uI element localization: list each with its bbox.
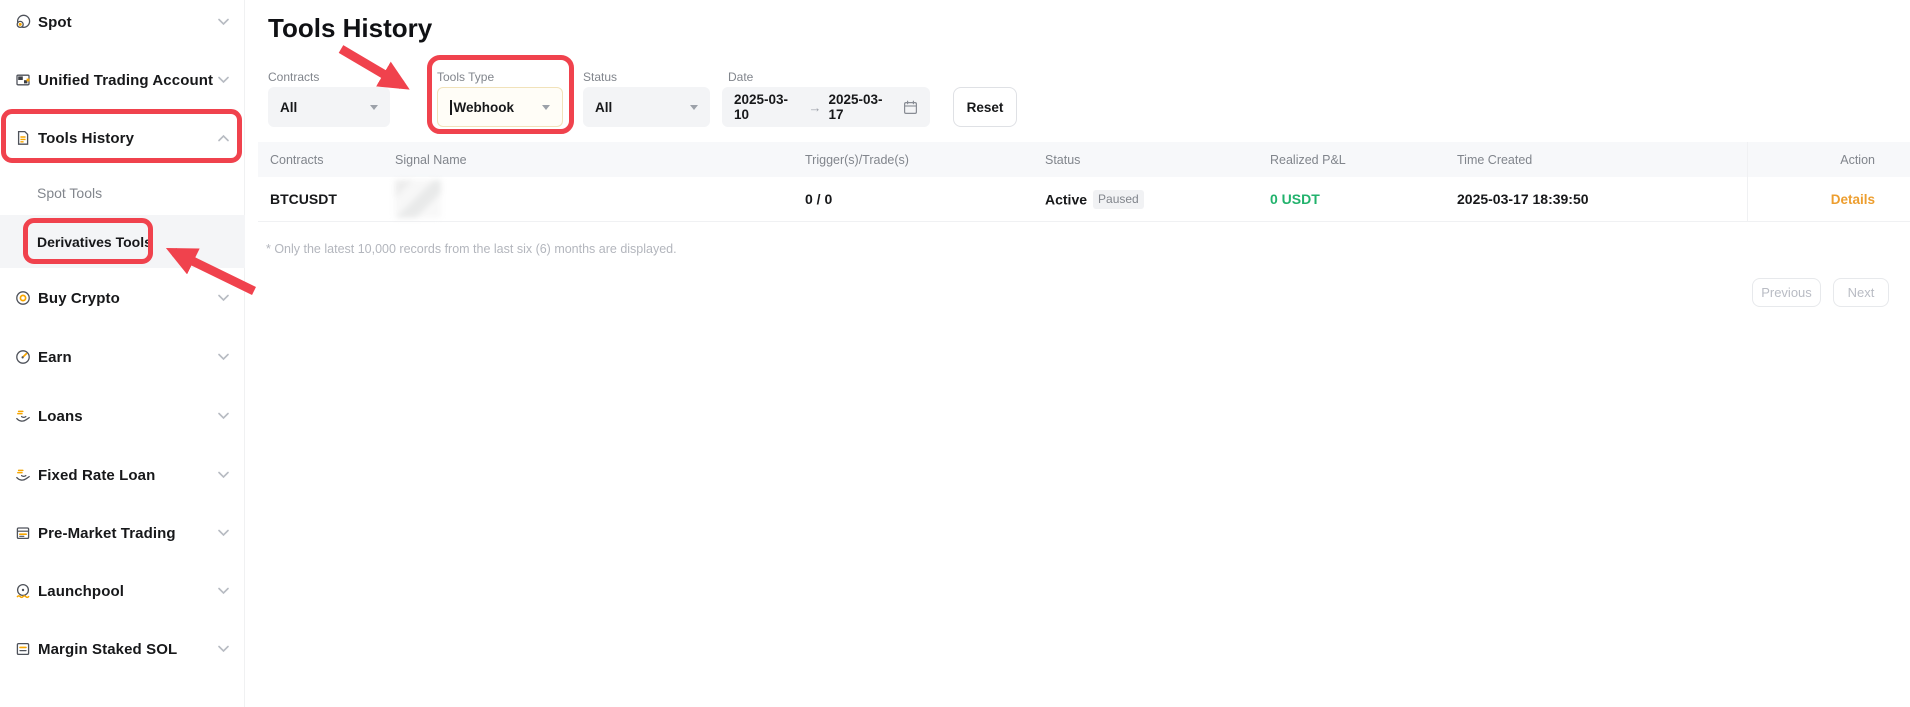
sidebar-item-derivatives-tools[interactable]: Derivatives Tools xyxy=(0,215,245,268)
chevron-down-icon xyxy=(542,105,550,110)
col-triggers-trades: Trigger(s)/Trade(s) xyxy=(805,153,1045,167)
launchpool-icon xyxy=(14,582,32,600)
row-action: Details xyxy=(1747,177,1910,221)
chevron-down-icon xyxy=(370,105,378,110)
sidebar-item-label: Buy Crypto xyxy=(38,290,120,307)
loans-icon xyxy=(14,407,32,425)
chevron-down-icon xyxy=(218,295,229,302)
earn-icon xyxy=(14,348,32,366)
chevron-down-icon xyxy=(218,588,229,595)
spot-icon xyxy=(14,13,32,31)
col-status: Status xyxy=(1045,153,1270,167)
text-cursor xyxy=(450,100,452,115)
row-triggers-trades: 0 / 0 xyxy=(805,191,1045,207)
status-filter-label: Status xyxy=(583,70,617,84)
details-link[interactable]: Details xyxy=(1831,192,1875,207)
sidebar-item-pre-market-trading[interactable]: Pre-Market Trading xyxy=(0,511,245,555)
date-range-arrow-icon: → xyxy=(809,100,822,115)
sidebar-item-label: Pre-Market Trading xyxy=(38,525,176,542)
table-header-row: Contracts Signal Name Trigger(s)/Trade(s… xyxy=(258,142,1910,177)
col-realized-pnl: Realized P&L xyxy=(1270,153,1457,167)
sidebar-item-earn[interactable]: Earn xyxy=(0,335,245,379)
chevron-down-icon xyxy=(218,472,229,479)
status-badge: Paused xyxy=(1093,190,1144,209)
chevron-down-icon xyxy=(218,646,229,653)
annotation-arrow-tools-type xyxy=(341,49,402,85)
unified-trading-account-icon xyxy=(14,71,32,89)
row-status: Active Paused xyxy=(1045,190,1270,209)
records-footnote: * Only the latest 10,000 records from th… xyxy=(266,242,677,256)
sidebar-item-launchpool[interactable]: Launchpool xyxy=(0,569,245,613)
sidebar-item-spot[interactable]: Spot xyxy=(0,0,245,44)
margin-staked-sol-icon xyxy=(14,640,32,658)
chevron-down-icon xyxy=(218,354,229,361)
chevron-down-icon xyxy=(218,413,229,420)
sidebar-item-margin-staked-sol[interactable]: Margin Staked SOL xyxy=(0,627,245,671)
sidebar-item-fixed-rate-loan[interactable]: Fixed Rate Loan xyxy=(0,453,245,497)
tools-type-filter-label: Tools Type xyxy=(437,70,494,84)
date-filter-label: Date xyxy=(728,70,753,84)
sidebar-subitem-label: Derivatives Tools xyxy=(37,234,152,250)
col-time-created: Time Created xyxy=(1457,153,1747,167)
sidebar-item-label: Fixed Rate Loan xyxy=(38,467,155,484)
sidebar-item-label: Loans xyxy=(38,408,83,425)
chevron-down-icon xyxy=(218,77,229,84)
calendar-icon xyxy=(903,100,918,115)
contracts-select[interactable]: All xyxy=(268,87,390,127)
next-page-button[interactable]: Next xyxy=(1833,278,1889,307)
pre-market-trading-icon xyxy=(14,524,32,542)
col-contracts: Contracts xyxy=(258,153,395,167)
contracts-filter-label: Contracts xyxy=(268,70,319,84)
col-signal-name: Signal Name xyxy=(395,153,805,167)
previous-page-button[interactable]: Previous xyxy=(1752,278,1821,307)
reset-button[interactable]: Reset xyxy=(953,87,1017,127)
tools-type-select-value: Webhook xyxy=(454,100,515,115)
row-signal-name xyxy=(395,180,805,218)
sidebar-item-label: Spot xyxy=(38,14,72,31)
tools-history-table: Contracts Signal Name Trigger(s)/Trade(s… xyxy=(258,142,1910,222)
status-select[interactable]: All xyxy=(583,87,710,127)
buy-crypto-icon xyxy=(14,289,32,307)
col-action: Action xyxy=(1747,142,1910,177)
tools-type-select[interactable]: Webhook xyxy=(437,87,563,127)
chevron-down-icon xyxy=(218,530,229,537)
sidebar-item-buy-crypto[interactable]: Buy Crypto xyxy=(0,276,245,320)
chevron-up-icon xyxy=(218,135,229,142)
sidebar-subitem-label: Spot Tools xyxy=(37,185,102,201)
app-root: Spot Unified Trading Account Tools Histo… xyxy=(0,0,1910,707)
chevron-down-icon xyxy=(690,105,698,110)
status-select-value: All xyxy=(595,100,612,115)
sidebar: Spot Unified Trading Account Tools Histo… xyxy=(0,0,245,707)
row-contracts: BTCUSDT xyxy=(258,191,395,207)
page-title: Tools History xyxy=(268,13,432,44)
contracts-select-value: All xyxy=(280,100,297,115)
signal-name-redacted-thumbnail xyxy=(395,180,441,218)
date-range-picker[interactable]: 2025-03-10 → 2025-03-17 xyxy=(722,87,930,127)
row-realized-pnl: 0 USDT xyxy=(1270,191,1457,207)
table-row: BTCUSDT 0 / 0 Active Paused 0 USDT 2025-0… xyxy=(258,177,1910,222)
sidebar-item-spot-tools[interactable]: Spot Tools xyxy=(0,171,245,215)
document-icon xyxy=(14,129,32,147)
sidebar-item-label: Earn xyxy=(38,349,72,366)
status-text: Active xyxy=(1045,191,1087,207)
sidebar-item-label: Margin Staked SOL xyxy=(38,641,177,658)
sidebar-item-loans[interactable]: Loans xyxy=(0,394,245,438)
sidebar-item-label: Launchpool xyxy=(38,583,124,600)
chevron-down-icon xyxy=(218,19,229,26)
date-to-value: 2025-03-17 xyxy=(829,92,897,122)
sidebar-item-tools-history[interactable]: Tools History xyxy=(0,116,245,160)
fixed-rate-loan-icon xyxy=(14,466,32,484)
row-time-created: 2025-03-17 18:39:50 xyxy=(1457,191,1747,207)
sidebar-item-label: Tools History xyxy=(38,130,134,147)
sidebar-item-unified-trading-account[interactable]: Unified Trading Account xyxy=(0,58,245,102)
date-from-value: 2025-03-10 xyxy=(734,92,802,122)
sidebar-item-label: Unified Trading Account xyxy=(38,72,213,89)
